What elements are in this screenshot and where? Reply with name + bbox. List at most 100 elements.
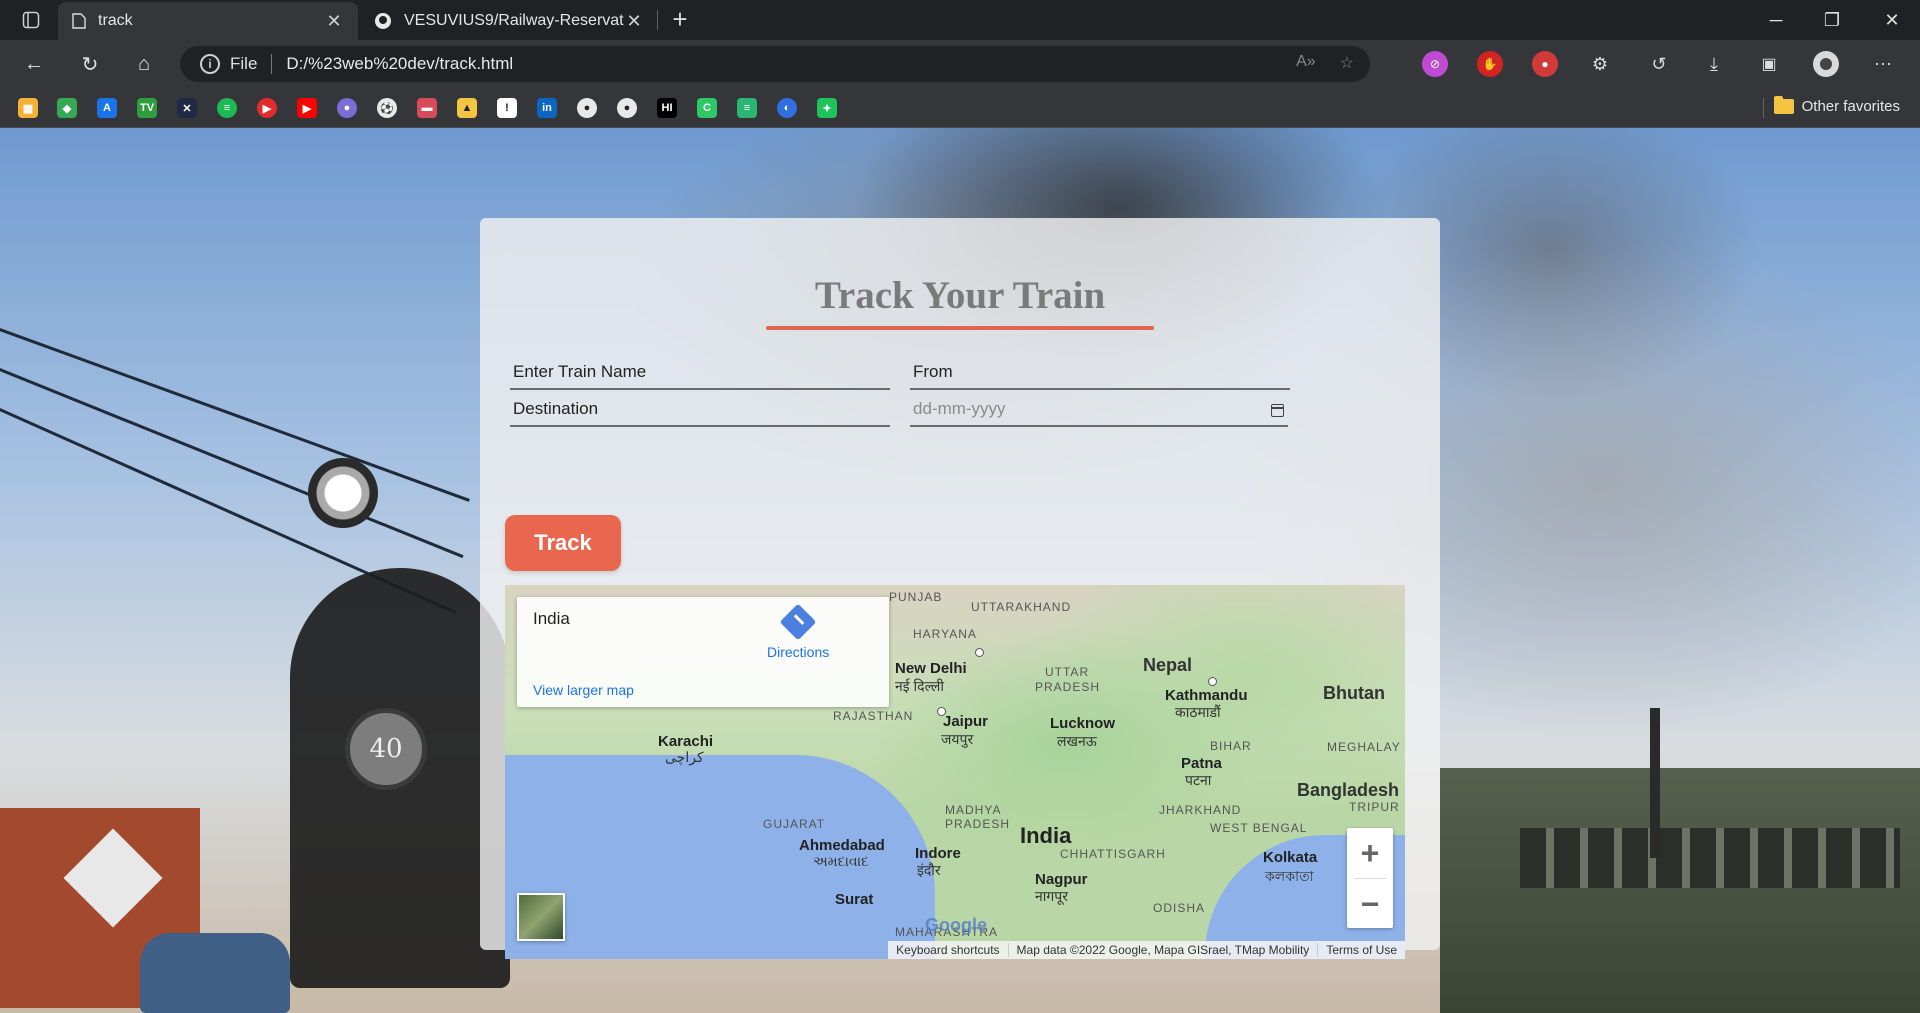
map-label: Kolkata [1263,849,1318,866]
map-label: Surat [835,891,874,908]
map-label: TRIPUR [1349,800,1400,814]
map-label: Indore [915,845,961,862]
more-options-icon[interactable]: ⋯ [1870,51,1896,77]
directions-icon[interactable] [779,603,817,641]
extension-icon[interactable]: ✋ [1477,51,1503,77]
page-title: Track Your Train [814,274,1106,317]
map-embed[interactable]: PUNJAB UTTARAKHAND HARYANA New Delhi नई … [505,585,1405,959]
restore-icon[interactable]: ❐ [1804,0,1860,40]
bookmark-icon[interactable]: ≡ [737,98,757,118]
bookmark-icon[interactable]: ✕ [177,98,197,118]
address-url[interactable]: D:/%23web%20dev/track.html [286,54,513,74]
destination-placeholder: Destination [513,399,599,418]
map-attribution: Keyboard shortcuts Map data ©2022 Google… [888,941,1405,959]
bookmark-icon[interactable]: ⚽ [377,98,397,118]
background-signal [1650,708,1660,858]
info-icon[interactable]: i [200,54,220,74]
back-icon[interactable]: ← [18,49,50,79]
map-label: RAJASTHAN [833,709,914,723]
calendar-icon[interactable] [1271,404,1284,417]
date-input[interactable]: dd-mm-yyyy [910,397,1288,427]
train-name-input[interactable]: Enter Train Name [510,360,890,390]
bookmark-icon[interactable]: TV [137,98,157,118]
map-label: ODISHA [1153,901,1206,915]
folder-icon [1773,96,1794,114]
extension-icon[interactable]: ⊘ [1422,51,1448,77]
map-label: इंदौर [917,862,941,878]
map-place-name: India [533,609,570,628]
adblock-icon[interactable]: ● [1532,51,1558,77]
map-label: Nagpur [1035,871,1088,888]
github-icon[interactable]: ● [577,98,597,118]
linkedin-icon[interactable]: in [537,98,557,118]
close-tab-icon[interactable]: ✕ [624,11,644,32]
zoom-out-button[interactable]: − [1347,879,1393,929]
map-sea [505,755,935,959]
background-coach-windows [1520,828,1900,888]
bookmark-icon[interactable]: ▦ [18,98,38,118]
keyboard-shortcuts-link[interactable]: Keyboard shortcuts [888,943,1007,957]
directions-link[interactable]: Directions [767,644,829,660]
bookmark-icon[interactable]: HI [657,98,677,118]
tab-actions-icon[interactable] [14,7,48,33]
minimize-icon[interactable]: ─ [1748,0,1804,40]
bookmark-icon[interactable]: C [697,98,717,118]
extensions-icon[interactable]: ⚙ [1587,51,1613,77]
view-larger-map-link[interactable]: View larger map [533,682,634,698]
title-underline [766,326,1154,330]
map-label: PUNJAB [889,590,943,604]
github-icon[interactable]: ● [617,98,637,118]
bookmark-icon[interactable]: ▲ [457,98,477,118]
bookmark-icon[interactable]: ◐ [777,98,797,118]
home-icon[interactable]: ⌂ [128,49,160,79]
background-car [140,933,290,1013]
avatar[interactable] [1813,51,1839,77]
map-label: काठमाडौं [1175,704,1221,720]
from-input[interactable]: From [910,360,1290,390]
map-label: کراچی [665,749,704,765]
bookmark-icon[interactable]: A [97,98,117,118]
map-label: नई दिल्ली [895,678,945,694]
new-tab-icon[interactable]: + [665,6,695,34]
close-tab-icon[interactable]: ✕ [324,11,344,32]
close-window-icon[interactable]: ✕ [1864,0,1920,40]
map-label: MEGHALAY [1327,740,1401,754]
address-bar[interactable]: i File D:/%23web%20dev/track.html A» ☆ [180,46,1370,82]
downloads-icon[interactable]: ⤓ [1701,51,1727,77]
map-label: PRADESH [945,817,1011,831]
map-label: Patna [1181,755,1222,772]
bookmark-icon[interactable]: ! [497,98,517,118]
map-label: JHARKHAND [1159,803,1242,817]
bookmark-icon[interactable]: ● [337,98,357,118]
reload-icon[interactable]: ↻ [74,49,106,79]
bookmark-icon[interactable]: ▬ [417,98,437,118]
bookmark-icon[interactable]: ✦ [817,98,837,118]
history-icon[interactable]: ↺ [1646,51,1672,77]
tab-track[interactable]: track ✕ [58,2,358,40]
map-label: UTTAR [1045,665,1090,679]
terms-link[interactable]: Terms of Use [1317,943,1405,957]
page-background: 40 Track Your Train Enter Train Name Fro… [0,128,1920,1013]
spotify-icon[interactable]: ≡ [217,98,237,118]
map-label: BIHAR [1210,739,1252,753]
satellite-toggle[interactable] [517,893,565,941]
youtube-icon[interactable]: ▶ [297,98,317,118]
tab-github[interactable]: VESUVIUS9/Railway-Reservation ✕ [360,2,658,40]
track-button[interactable]: Track [505,515,621,571]
destination-input[interactable]: Destination [510,397,890,427]
other-favorites[interactable]: Other favorites [1773,96,1900,115]
map-label: Karachi [658,733,714,750]
map-label: Kathmandu [1165,687,1248,704]
other-favorites-label: Other favorites [1801,98,1900,115]
add-favorite-icon[interactable]: ☆ [1340,53,1354,73]
zoom-in-button[interactable]: + [1347,828,1393,878]
map-label: Lucknow [1050,715,1116,732]
map-label: पटना [1185,772,1212,788]
bookmark-icon[interactable]: ◆ [57,98,77,118]
from-placeholder: From [913,362,953,381]
read-aloud-icon[interactable]: A» [1296,53,1316,73]
collections-icon[interactable]: ▣ [1756,51,1782,77]
map-label: PRADESH [1035,680,1101,694]
youtube-music-icon[interactable]: ▶ [257,98,277,118]
google-logo: Google [925,915,987,935]
